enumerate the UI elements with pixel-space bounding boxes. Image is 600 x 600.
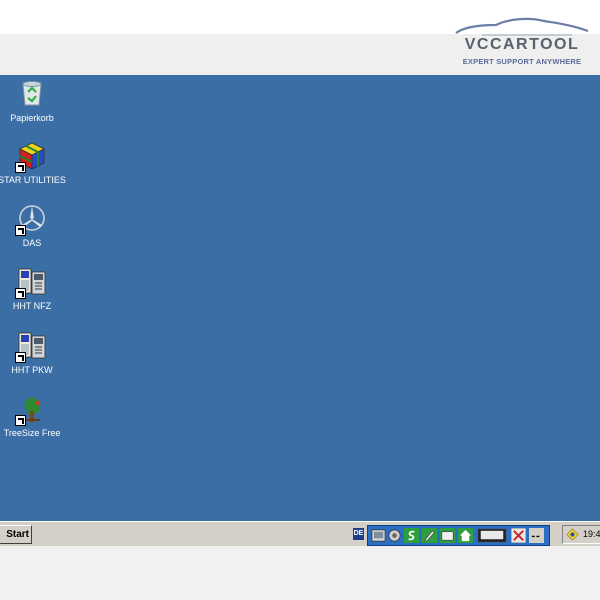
logo-title: VCCARTOOL: [464, 36, 580, 53]
monitor-icon[interactable]: [476, 528, 508, 543]
shortcut-arrow-icon: [15, 225, 26, 236]
home-icon[interactable]: [458, 528, 473, 543]
desktop-icon-label: HHT NFZ: [12, 301, 52, 311]
shortcut-arrow-icon: [15, 288, 26, 299]
desktop-icon-label: DAS: [22, 238, 42, 248]
shortcut-arrow-icon: [15, 162, 26, 173]
quick-launch-toolbar: [367, 525, 550, 546]
s-app-icon[interactable]: [404, 528, 419, 543]
desktop-icon-hht-pkw[interactable]: HHT PKW: [0, 330, 68, 375]
start-button[interactable]: Start: [0, 525, 32, 544]
desktop-icon-treesize-free[interactable]: TreeSize Free: [0, 393, 68, 438]
bottom-margin: [0, 546, 600, 600]
desktop-icon-papierkorb[interactable]: Papierkorb: [0, 78, 68, 123]
vccartool-logo: VCCARTOOL EXPERT SUPPORT ANYWHERE: [452, 14, 592, 72]
desktop[interactable]: Papierkorb STAR UTILITIES DAS HHT NFZ HH…: [0, 75, 600, 521]
desktop-icon-label: STAR UTILITIES: [0, 175, 66, 185]
language-indicator[interactable]: DE: [353, 528, 364, 540]
explorer-icon[interactable]: [371, 528, 386, 543]
overflow-icon[interactable]: [529, 528, 544, 543]
desktop-icon-label: Papierkorb: [10, 113, 54, 123]
recycle-bin-icon: [16, 78, 48, 110]
desktop-icon-label: HHT PKW: [11, 365, 53, 375]
shortcut-arrow-icon: [15, 415, 26, 426]
hht-device-icon: [15, 266, 48, 299]
desktop-icon-das[interactable]: DAS: [0, 203, 68, 248]
taskbar: Start DE 19:4: [0, 521, 600, 546]
desktop-icon-star-utilities[interactable]: STAR UTILITIES: [0, 140, 68, 185]
desktop-icon-hht-nfz[interactable]: HHT NFZ: [0, 266, 68, 311]
system-tray: 19:4: [562, 525, 600, 544]
settings-icon[interactable]: [387, 528, 402, 543]
hht-device-icon: [15, 330, 48, 363]
logo-subtitle: EXPERT SUPPORT ANYWHERE: [462, 57, 582, 66]
tools-icon[interactable]: [511, 528, 526, 543]
network-icon[interactable]: [566, 528, 579, 541]
star-utilities-icon: [15, 140, 48, 173]
desktop-icon-label: TreeSize Free: [3, 428, 61, 438]
pencil-icon[interactable]: [422, 528, 437, 543]
mercedes-star-icon: [15, 203, 48, 236]
start-button-label: Start: [6, 529, 29, 540]
car-silhouette-icon: [455, 17, 589, 36]
shortcut-arrow-icon: [15, 352, 26, 363]
treesize-icon: [15, 393, 48, 426]
clock[interactable]: 19:4: [583, 526, 600, 543]
device-icon[interactable]: [440, 528, 455, 543]
